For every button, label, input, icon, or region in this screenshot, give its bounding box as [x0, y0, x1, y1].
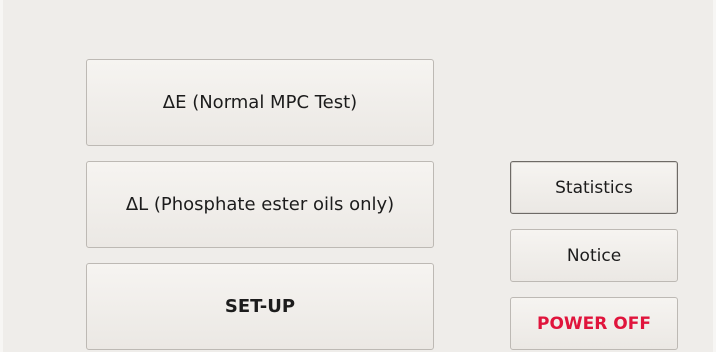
statistics-button-label: Statistics [555, 177, 633, 198]
delta-e-normal-mpc-test-button[interactable]: ΔE (Normal MPC Test) [86, 59, 434, 146]
notice-button-label: Notice [566, 245, 622, 266]
delta-e-button-label: ΔE (Normal MPC Test) [162, 92, 358, 113]
power-off-button-label: POWER OFF [537, 313, 651, 334]
setup-button[interactable]: SET-UP [86, 263, 434, 350]
main-menu-screen: ΔE (Normal MPC Test) ΔL (Phosphate ester… [0, 0, 716, 352]
delta-l-button-label: ΔL (Phosphate ester oils only) [125, 194, 395, 215]
delta-l-phosphate-ester-button[interactable]: ΔL (Phosphate ester oils only) [86, 161, 434, 248]
notice-button[interactable]: Notice [510, 229, 678, 282]
statistics-button[interactable]: Statistics [510, 161, 678, 214]
power-off-button[interactable]: POWER OFF [510, 297, 678, 350]
setup-button-label: SET-UP [224, 296, 296, 317]
